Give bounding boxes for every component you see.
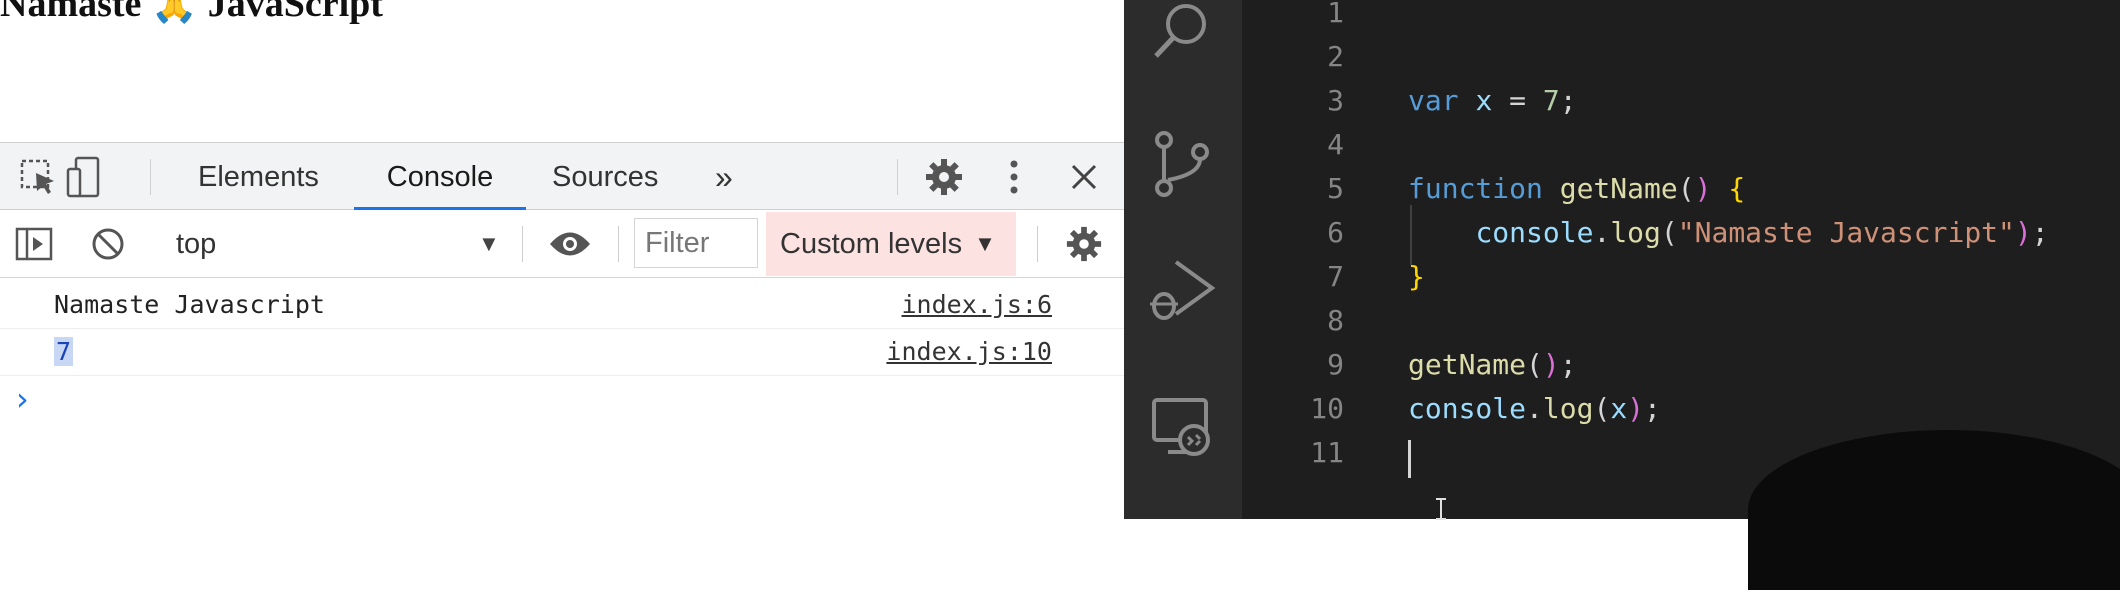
search-icon[interactable] [1148,0,1218,70]
line-number: 11 [1310,436,1344,469]
page-title-text: Namaste 🙏 JavaScript [0,0,383,25]
sidebar-toggle-icon[interactable] [12,210,56,278]
line-number: 7 [1327,260,1344,293]
activity-bar [1124,0,1242,519]
code-line[interactable]: var x = 7; [1408,84,1577,117]
console-settings-gear-icon[interactable] [1060,210,1108,278]
inspect-icon[interactable] [14,143,62,211]
line-number: 4 [1327,128,1344,161]
text-cursor [1408,440,1411,478]
close-icon[interactable] [1060,143,1108,211]
console-toolbar: top ▼ Filter Custom levels ▼ [0,210,1124,278]
browser-pane: Namaste 🙏 JavaScript Elements Console So… [0,0,1124,519]
live-expression-eye-icon[interactable] [542,210,598,278]
kebab-menu-icon[interactable] [990,143,1038,211]
console-row: 7 index.js:10 [0,329,1124,376]
line-number: 2 [1327,40,1344,73]
ibeam-cursor-icon [1436,498,1446,520]
context-select-value[interactable]: top [176,210,216,278]
code-line[interactable]: getName(); [1408,348,1577,381]
console-message: 7 [54,337,74,366]
console-message: Namaste Javascript [54,290,325,319]
console-prompt[interactable]: › [16,380,29,418]
log-levels-dropdown[interactable]: Custom levels ▼ [766,212,1016,276]
devtools-tab-bar: Elements Console Sources » [0,142,1124,211]
device-toolbar-icon[interactable] [60,143,108,211]
line-number: 3 [1327,84,1344,117]
line-number: 1 [1327,0,1344,29]
tabs-divider [150,159,151,195]
toolbar-divider [522,226,523,262]
settings-gear-icon[interactable] [920,143,968,211]
page-title: Namaste 🙏 JavaScript [0,0,383,26]
run-debug-icon[interactable] [1148,256,1218,326]
tab-console[interactable]: Console [354,143,526,211]
tabs-divider-right [897,159,898,195]
more-tabs-button[interactable]: » [715,143,733,211]
clear-console-icon[interactable] [86,210,130,278]
remote-explorer-icon[interactable] [1148,394,1218,464]
presenter-head [1748,430,2120,590]
line-number: 6 [1327,216,1344,249]
tab-sources[interactable]: Sources [552,143,658,211]
code-line[interactable]: } [1408,260,1425,293]
code-line[interactable]: console.log(x); [1408,392,1661,425]
line-number: 10 [1310,392,1344,425]
console-source-link[interactable]: index.js:10 [886,337,1052,366]
console-source-link[interactable]: index.js:6 [901,290,1052,319]
line-number: 5 [1327,172,1344,205]
console-row: Namaste Javascript index.js:6 [0,282,1124,329]
source-control-icon[interactable] [1148,130,1218,200]
log-levels-chevron-icon: ▼ [974,231,996,256]
toolbar-divider-2 [618,226,619,262]
context-select-chevron-icon[interactable]: ▼ [478,210,500,278]
line-number: 8 [1327,304,1344,337]
toolbar-divider-3 [1037,226,1038,262]
tab-elements[interactable]: Elements [198,143,319,211]
filter-input[interactable]: Filter [634,218,758,268]
code-line[interactable]: console.log("Namaste Javascript"); [1408,216,2048,249]
log-levels-label: Custom levels [780,227,963,260]
code-line[interactable]: function getName() { [1408,172,1745,205]
line-number: 9 [1327,348,1344,381]
